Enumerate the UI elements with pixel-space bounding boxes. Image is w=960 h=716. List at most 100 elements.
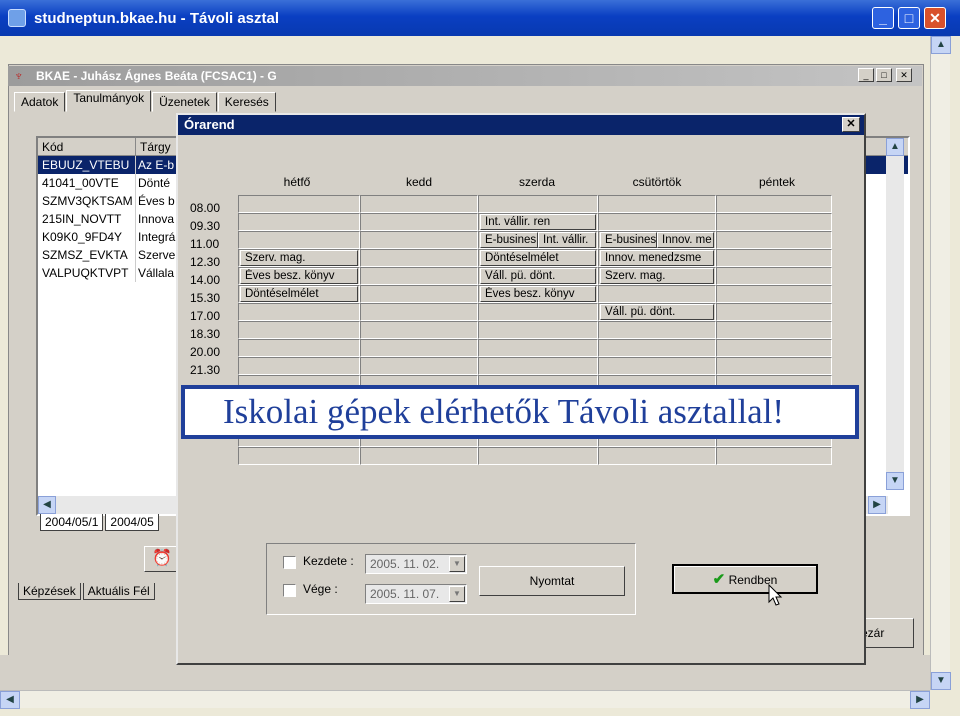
dialog-close-button[interactable]: ✕	[842, 117, 860, 132]
print-button[interactable]: Nyomtat	[479, 566, 625, 596]
tab-semester-1[interactable]: 2004/05/1	[40, 514, 104, 531]
scroll-up-arrow[interactable]: ▲	[931, 36, 951, 54]
timetable-event[interactable]: E-busines	[480, 232, 538, 248]
tab-aktualis-felev[interactable]: Aktuális Fél	[82, 583, 155, 600]
timetable-event[interactable]: Döntéselmélet	[480, 250, 596, 266]
timetable-cell[interactable]	[716, 213, 832, 231]
timetable-cell[interactable]	[360, 339, 478, 357]
timetable-event[interactable]: Éves besz. könyv	[480, 286, 596, 302]
timetable-cell[interactable]	[238, 357, 360, 375]
timetable-event[interactable]: Innov. me	[657, 232, 714, 248]
tab-adatok[interactable]: Adatok	[14, 92, 66, 112]
remote-vscroll[interactable]: ▲ ▼	[930, 36, 951, 690]
list-scroll-right[interactable]: ▶	[868, 496, 886, 514]
checkmark-icon: ✔	[712, 571, 726, 588]
start-date-field[interactable]: 2005. 11. 02. ▼	[365, 554, 467, 574]
timetable-cell[interactable]	[716, 447, 832, 465]
scroll-left-arrow[interactable]: ◀	[0, 691, 20, 709]
timetable-event[interactable]: Éves besz. könyv	[240, 268, 358, 284]
timetable-cell[interactable]	[360, 303, 478, 321]
timetable-cell[interactable]	[716, 285, 832, 303]
timetable-cell[interactable]	[716, 339, 832, 357]
tab-tanulmanyok[interactable]: Tanulmányok	[66, 90, 152, 112]
time-label: 21.30	[190, 363, 221, 377]
list-scroll-down[interactable]: ▼	[886, 472, 904, 490]
tab-semester-2[interactable]: 2004/05	[105, 514, 159, 531]
scroll-down-arrow[interactable]: ▼	[931, 672, 951, 690]
list-vscroll[interactable]	[886, 138, 904, 490]
timetable-cell[interactable]	[716, 249, 832, 267]
timetable-cell[interactable]	[360, 285, 478, 303]
timetable-cell[interactable]	[478, 321, 598, 339]
timetable-cell[interactable]	[598, 195, 716, 213]
timetable-cell[interactable]	[360, 321, 478, 339]
end-date-field[interactable]: 2005. 11. 07. ▼	[365, 584, 467, 604]
timetable-cell[interactable]	[238, 321, 360, 339]
list-scroll-up[interactable]: ▲	[886, 138, 904, 156]
app-close-button[interactable]: ✕	[896, 68, 912, 82]
course-code: EBUUZ_VTEBU	[38, 156, 136, 174]
timetable-cell[interactable]	[238, 195, 360, 213]
end-date-checkbox[interactable]	[283, 584, 296, 597]
tab-uzenetek[interactable]: Üzenetek	[152, 92, 217, 112]
timetable-cell[interactable]	[478, 357, 598, 375]
timetable-cell[interactable]	[360, 249, 478, 267]
timetable-event[interactable]: Szerv. mag.	[240, 250, 358, 266]
timetable-event[interactable]: Döntéselmélet	[240, 286, 358, 302]
timetable-cell[interactable]	[238, 303, 360, 321]
timetable-cell[interactable]	[478, 447, 598, 465]
timetable-cell[interactable]	[716, 231, 832, 249]
course-code: VALPUQKTVPT	[38, 264, 136, 282]
chevron-down-icon[interactable]: ▼	[449, 586, 465, 602]
timetable-cell[interactable]	[238, 447, 360, 465]
timetable-cell[interactable]	[716, 267, 832, 285]
timetable-event[interactable]: Váll. pü. dönt.	[600, 304, 714, 320]
close-button[interactable]: ✕	[924, 7, 946, 29]
remote-hscroll[interactable]: ◀ ▶	[0, 690, 930, 709]
app-minimize-button[interactable]: _	[858, 68, 874, 82]
timetable-cell[interactable]	[598, 447, 716, 465]
timetable-cell[interactable]	[360, 213, 478, 231]
chevron-down-icon[interactable]: ▼	[449, 556, 465, 572]
timetable-cell[interactable]	[716, 321, 832, 339]
timetable-event[interactable]: Innov. menedzsme	[600, 250, 714, 266]
timetable-cell[interactable]	[360, 447, 478, 465]
timetable-cell[interactable]	[478, 303, 598, 321]
timetable-cell[interactable]	[598, 321, 716, 339]
dialog-title: Órarend	[184, 117, 235, 132]
timetable-cell[interactable]	[598, 339, 716, 357]
tab-kereses[interactable]: Keresés	[217, 92, 276, 112]
start-date-checkbox[interactable]	[283, 556, 296, 569]
timetable-event[interactable]: Int. vállir. ren	[480, 214, 596, 230]
app-titlebar: ♆ BKAE - Juhász Ágnes Beáta (FCSAC1) - G	[8, 66, 922, 86]
timetable-event[interactable]: Szerv. mag.	[600, 268, 714, 284]
timetable-cell[interactable]	[238, 231, 360, 249]
ok-button[interactable]: ✔ Rendben	[672, 564, 818, 594]
close-app-button[interactable]: ezár	[858, 618, 914, 648]
timetable-event[interactable]: Váll. pü. dönt.	[480, 268, 596, 284]
list-scroll-left[interactable]: ◀	[38, 496, 56, 514]
timetable-cell[interactable]	[360, 357, 478, 375]
timetable-cell[interactable]	[478, 339, 598, 357]
timetable-cell[interactable]	[238, 213, 360, 231]
alarm-clock-icon[interactable]: ⏰	[144, 546, 180, 572]
timetable-cell[interactable]	[238, 339, 360, 357]
timetable-cell[interactable]	[598, 285, 716, 303]
tab-kepzesek[interactable]: Képzések	[18, 583, 81, 600]
timetable-cell[interactable]	[478, 195, 598, 213]
timetable-cell[interactable]	[360, 231, 478, 249]
minimize-button[interactable]: _	[872, 7, 894, 29]
scroll-right-arrow[interactable]: ▶	[910, 691, 930, 709]
maximize-button[interactable]: □	[898, 7, 920, 29]
app-maximize-button[interactable]: □	[876, 68, 892, 82]
timetable-event[interactable]: Int. vállir.	[538, 232, 596, 248]
timetable-cell[interactable]	[716, 303, 832, 321]
timetable-cell[interactable]	[716, 195, 832, 213]
timetable-cell[interactable]	[598, 357, 716, 375]
timetable-cell[interactable]	[716, 357, 832, 375]
column-header-code[interactable]: Kód	[38, 138, 136, 155]
timetable-cell[interactable]	[360, 195, 478, 213]
timetable-cell[interactable]	[360, 267, 478, 285]
timetable-event[interactable]: E-busines	[600, 232, 657, 248]
timetable-cell[interactable]	[598, 213, 716, 231]
